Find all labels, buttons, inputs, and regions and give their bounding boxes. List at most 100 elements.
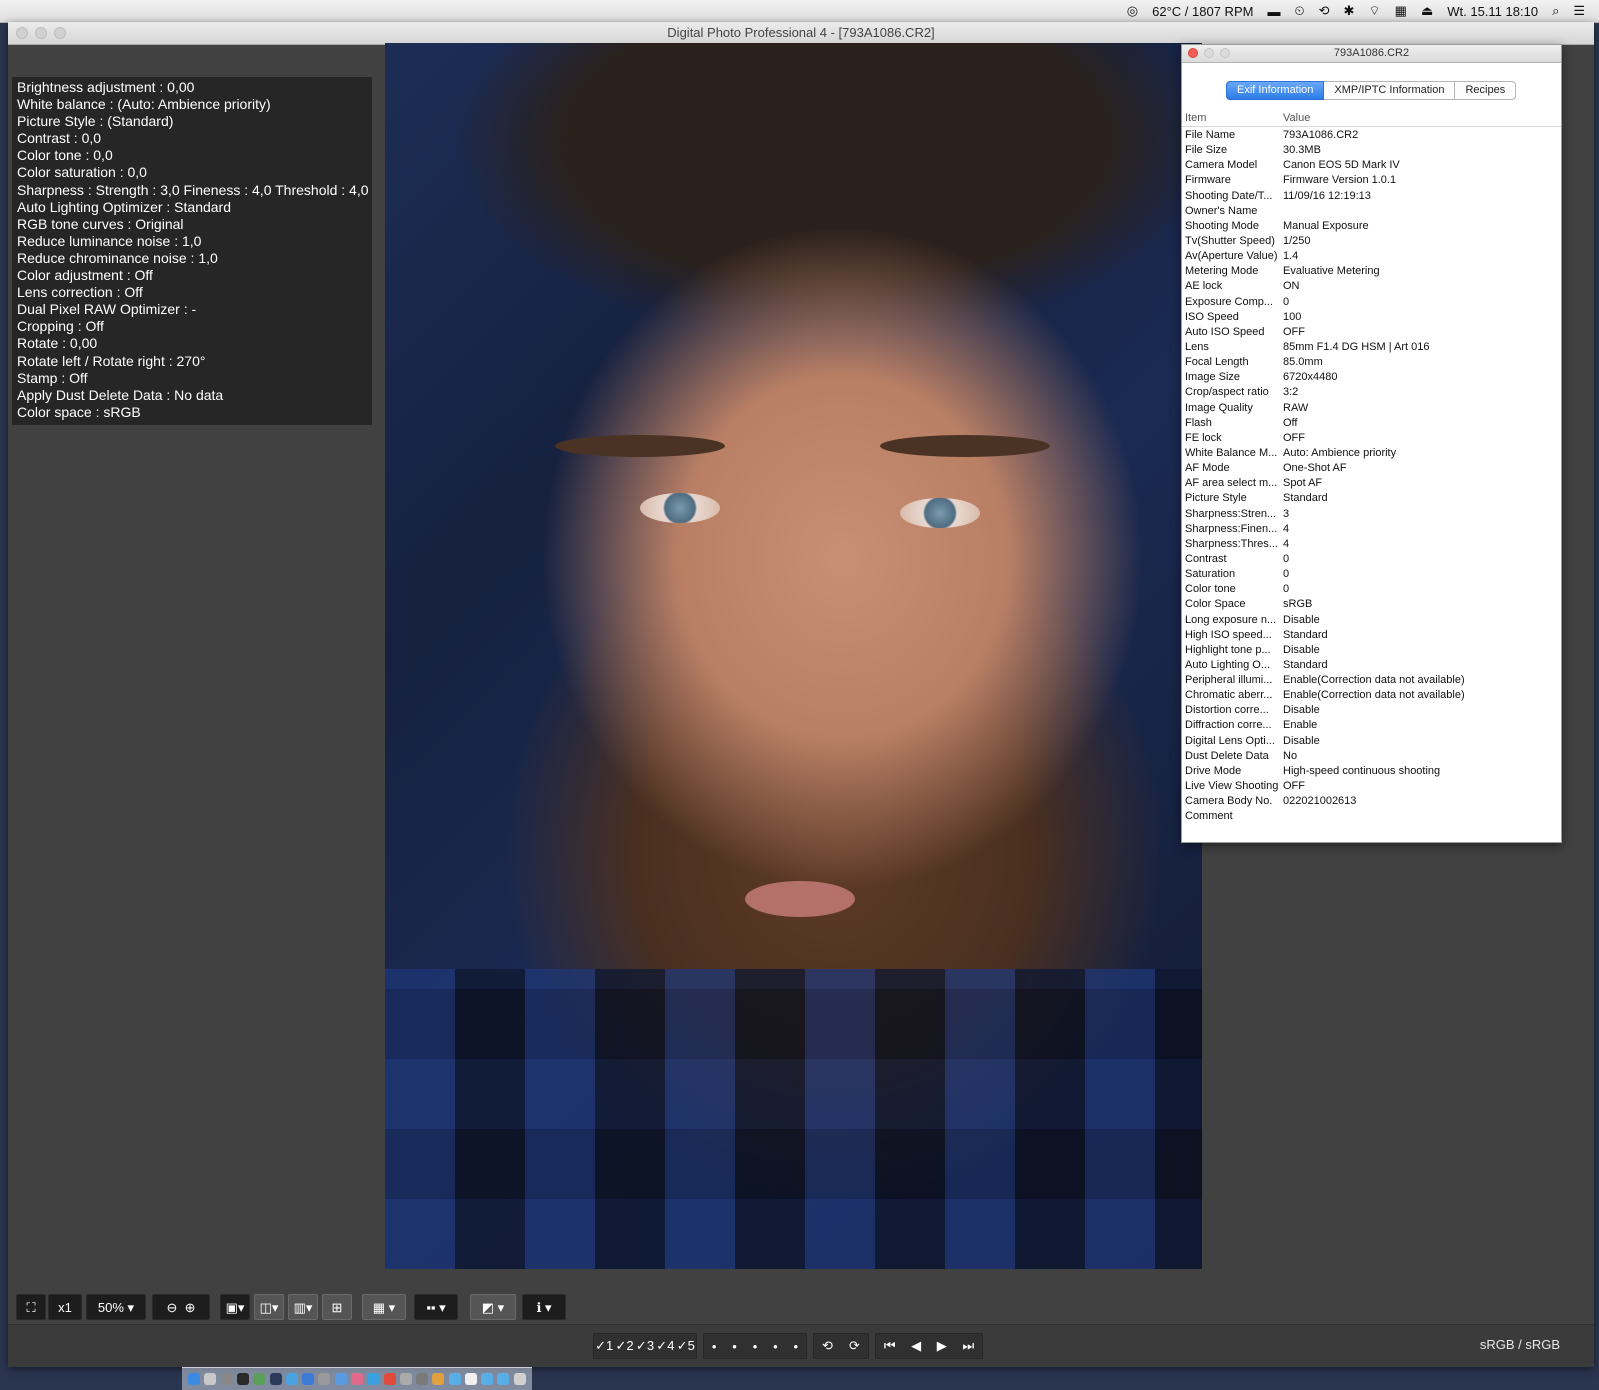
single-view-button[interactable]: ▣▾: [220, 1294, 250, 1320]
table-row[interactable]: FE lock OFF: [1182, 431, 1561, 446]
compare-view-button[interactable]: ◫▾: [254, 1294, 284, 1320]
rating-1-button[interactable]: ✓1: [595, 1338, 613, 1354]
af-points-button[interactable]: ▪▪ ▾: [414, 1294, 458, 1320]
table-row[interactable]: Sharpness:Thres... 4: [1182, 537, 1561, 552]
app-icon-3[interactable]: [220, 1373, 233, 1385]
folder-icon[interactable]: [448, 1373, 461, 1385]
creative-cloud-icon[interactable]: ◎: [1127, 3, 1138, 19]
table-row[interactable]: Camera Body No. 022021002613: [1182, 794, 1561, 809]
folder-icon-2[interactable]: [481, 1373, 494, 1385]
next-image-icon[interactable]: ▶: [937, 1338, 947, 1354]
app-icon-2[interactable]: [204, 1373, 217, 1385]
close-button[interactable]: [16, 27, 28, 39]
table-row[interactable]: Picture Style Standard: [1182, 491, 1561, 506]
table-row[interactable]: Chromatic aberr... Enable(Correction data…: [1182, 688, 1561, 703]
column-header-value[interactable]: Value: [1283, 110, 1310, 126]
folder-icon-3[interactable]: [497, 1373, 510, 1385]
table-row[interactable]: Tv(Shutter Speed) 1/250: [1182, 234, 1561, 249]
table-row[interactable]: Focal Length 85.0mm: [1182, 355, 1561, 370]
table-row[interactable]: Sharpness:Stren... 3: [1182, 507, 1561, 522]
table-row[interactable]: Auto Lighting O... Standard: [1182, 658, 1561, 673]
table-row[interactable]: Camera Model Canon EOS 5D Mark IV: [1182, 158, 1561, 173]
star-dot-4[interactable]: •: [773, 1339, 778, 1354]
app-icon-14[interactable]: [399, 1373, 412, 1385]
table-row[interactable]: Image Size 6720x4480: [1182, 370, 1561, 385]
tab-recipes[interactable]: Recipes: [1455, 81, 1517, 100]
table-row[interactable]: Color Space sRGB: [1182, 597, 1561, 612]
star-dot-3[interactable]: •: [753, 1339, 758, 1354]
table-row[interactable]: Contrast 0: [1182, 552, 1561, 567]
column-header-item[interactable]: Item: [1185, 110, 1206, 126]
minimize-button[interactable]: [35, 27, 47, 39]
exif-minimize-button[interactable]: [1204, 48, 1214, 58]
display-icon[interactable]: ▬: [1267, 4, 1280, 19]
app-icon-5[interactable]: [253, 1373, 266, 1385]
table-row[interactable]: Crop/aspect ratio 3:2: [1182, 385, 1561, 400]
table-row[interactable]: AF Mode One-Shot AF: [1182, 461, 1561, 476]
app-icon-4[interactable]: [236, 1373, 249, 1385]
zoom-button[interactable]: [54, 27, 66, 39]
grid-button[interactable]: ▦ ▾: [362, 1294, 406, 1320]
last-image-icon[interactable]: ⏭: [962, 1338, 974, 1354]
table-row[interactable]: Metering Mode Evaluative Metering: [1182, 264, 1561, 279]
rotate-left-icon[interactable]: ⟲: [822, 1338, 833, 1354]
spotlight-search-icon[interactable]: ⌕: [1552, 3, 1559, 19]
first-image-icon[interactable]: ⏮: [884, 1338, 896, 1354]
table-row[interactable]: High ISO speed... Standard: [1182, 628, 1561, 643]
table-row[interactable]: File Name 793A1086.CR2: [1182, 128, 1561, 143]
table-row[interactable]: Long exposure n... Disable: [1182, 613, 1561, 628]
bluetooth-icon[interactable]: ✱: [1344, 3, 1355, 19]
highlight-warning-button[interactable]: ◩ ▾: [470, 1294, 516, 1320]
table-row[interactable]: Image Quality RAW: [1182, 401, 1561, 416]
tab-exif-information[interactable]: Exif Information: [1226, 81, 1325, 100]
table-row[interactable]: Color tone 0: [1182, 582, 1561, 597]
table-row[interactable]: AF area select m... Spot AF: [1182, 476, 1561, 491]
trash-icon[interactable]: [513, 1373, 526, 1385]
table-row[interactable]: AE lock ON: [1182, 279, 1561, 294]
app-icon-7[interactable]: [285, 1373, 298, 1385]
rating-4-button[interactable]: ✓4: [656, 1338, 674, 1354]
clock[interactable]: Wt. 15.11 18:10: [1447, 4, 1538, 19]
time-machine-icon[interactable]: ⟲: [1319, 3, 1330, 19]
table-row[interactable]: Av(Aperture Value) 1.4: [1182, 249, 1561, 264]
app-icon-16[interactable]: [432, 1373, 445, 1385]
input-icon[interactable]: ▦: [1395, 3, 1407, 19]
zoom-out-icon[interactable]: ⊖: [166, 1300, 177, 1315]
table-row[interactable]: Owner's Name: [1182, 204, 1561, 219]
zoom-x1-button[interactable]: x1: [48, 1294, 82, 1320]
table-row[interactable]: Firmware Firmware Version 1.0.1: [1182, 173, 1561, 188]
timer-icon[interactable]: ⏲: [1294, 3, 1304, 19]
table-row[interactable]: Shooting Mode Manual Exposure: [1182, 219, 1561, 234]
table-row[interactable]: Comment: [1182, 809, 1561, 824]
document-icon[interactable]: [464, 1373, 477, 1385]
split-view-button[interactable]: ▥▾: [288, 1294, 318, 1320]
zoom-level-select[interactable]: 50% ▾: [86, 1294, 146, 1320]
photo-preview[interactable]: [385, 43, 1202, 1269]
table-row[interactable]: Lens 85mm F1.4 DG HSM | Art 016: [1182, 340, 1561, 355]
rating-2-button[interactable]: ✓2: [616, 1338, 634, 1354]
table-row[interactable]: Saturation 0: [1182, 567, 1561, 582]
eject-icon[interactable]: ⏏: [1421, 3, 1433, 19]
table-row[interactable]: Distortion corre... Disable: [1182, 703, 1561, 718]
app-icon-15[interactable]: [416, 1373, 429, 1385]
temp-readout[interactable]: 62°C / 1807 RPM: [1152, 4, 1253, 19]
app-icon-13[interactable]: [383, 1373, 396, 1385]
table-row[interactable]: Flash Off: [1182, 416, 1561, 431]
app-store-icon[interactable]: [367, 1373, 380, 1385]
app-icon-10[interactable]: [334, 1373, 347, 1385]
previous-image-icon[interactable]: ◀: [911, 1338, 921, 1354]
zoom-in-icon[interactable]: ⊕: [185, 1300, 196, 1315]
exif-close-button[interactable]: [1188, 48, 1198, 58]
table-row[interactable]: Diffraction corre... Enable: [1182, 718, 1561, 733]
app-icon-9[interactable]: [318, 1373, 331, 1385]
lightroom-icon[interactable]: [269, 1373, 282, 1385]
tab-xmp-iptc-information[interactable]: XMP/IPTC Information: [1324, 81, 1456, 100]
app-icon-8[interactable]: [302, 1373, 315, 1385]
table-row[interactable]: Dust Delete Data No: [1182, 749, 1561, 764]
table-row[interactable]: Exposure Comp... 0: [1182, 295, 1561, 310]
table-row[interactable]: Digital Lens Opti... Disable: [1182, 734, 1561, 749]
table-row[interactable]: Peripheral illumi... Enable(Correction da…: [1182, 673, 1561, 688]
table-row[interactable]: Live View Shooting OFF: [1182, 779, 1561, 794]
rotate-right-icon[interactable]: ⟳: [849, 1338, 860, 1354]
star-dot-5[interactable]: •: [793, 1339, 798, 1354]
